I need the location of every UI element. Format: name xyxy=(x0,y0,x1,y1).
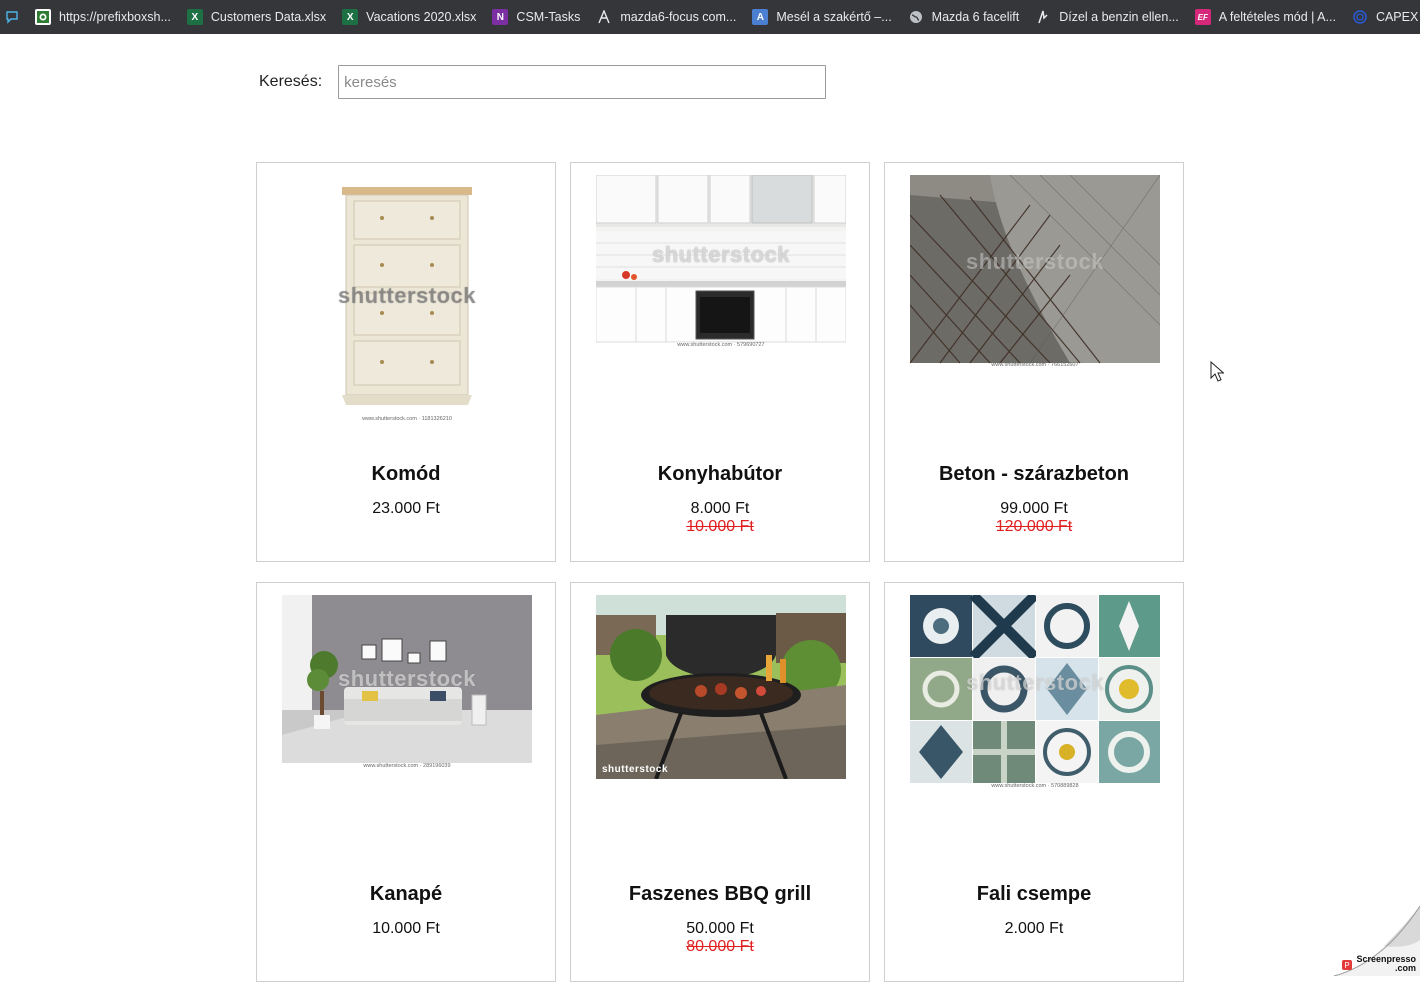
bookmark-mazda6-facelift[interactable]: Mazda 6 facelift xyxy=(900,4,1028,30)
bookmark-label: Customers Data.xlsx xyxy=(210,10,327,24)
image-caption: www.shutterstock.com · 570889828 xyxy=(991,783,1079,789)
capex-icon xyxy=(1352,9,1368,25)
screenpresso-badge: P Screenpresso .com xyxy=(1324,905,1420,977)
product-title: Kanapé xyxy=(369,883,443,905)
onenote-icon: N xyxy=(492,9,509,25)
product-image: shutterstock xyxy=(596,595,846,779)
search-input[interactable] xyxy=(338,65,827,99)
image-caption: www.shutterstock.com · 1181326210 xyxy=(362,416,452,422)
bookmark-label: CAPEX és OPEX xyxy=(1375,10,1420,24)
prefixbox-icon xyxy=(35,9,51,25)
product-card[interactable]: shutterstock www.shutterstock.com · 5708… xyxy=(884,582,1184,982)
bookmark-label: https://prefixboxsh... xyxy=(59,10,171,24)
bookmark-label: Vacations 2020.xlsx xyxy=(366,10,477,24)
globe-icon xyxy=(908,9,924,25)
bookmark-prefixbox[interactable]: https://prefixboxsh... xyxy=(27,4,179,30)
bookmark-mesel-a-szakerto[interactable]: A Mesél a szakértő –... xyxy=(744,4,899,30)
bookmark-mazda6-focus[interactable]: mazda6-focus com... xyxy=(588,4,744,30)
ef-icon: EF xyxy=(1194,9,1211,25)
feedback-icon[interactable] xyxy=(5,10,19,24)
bookmarks-bar: https://prefixboxsh... X Customers Data.… xyxy=(0,0,1420,34)
product-price: 8.000 Ft xyxy=(690,500,750,517)
article-icon: A xyxy=(752,9,769,25)
product-image: shutterstock www.shutterstock.com · 1181… xyxy=(282,175,532,427)
product-image: shutterstock www.shutterstock.com · 2891… xyxy=(282,595,532,773)
product-card[interactable]: shutterstock www.shutterstock.com · 5796… xyxy=(570,162,870,562)
product-price: 2.000 Ft xyxy=(1004,920,1064,937)
search-label: Keresés: xyxy=(259,73,323,90)
product-image: shutterstock www.shutterstock.com · 7661… xyxy=(910,175,1160,371)
watermark: shutterstock xyxy=(965,670,1105,696)
watermark: shutterstock xyxy=(337,283,477,309)
bookmark-label: Mesél a szakértő –... xyxy=(776,10,892,24)
bookmark-label: Mazda 6 facelift xyxy=(931,10,1020,24)
screenpresso-line2: .com xyxy=(1394,963,1416,973)
image-caption: www.shutterstock.com · 579690727 xyxy=(677,342,765,348)
search-bar: Keresés: xyxy=(259,65,827,99)
mazda-forum-icon xyxy=(596,9,612,25)
product-image: shutterstock www.shutterstock.com · 5796… xyxy=(596,175,846,351)
screenpresso-text: Screenpresso .com xyxy=(1356,955,1416,973)
product-price: 23.000 Ft xyxy=(372,500,440,517)
bookmark-capex-opex[interactable]: CAPEX és OPEX xyxy=(1344,4,1420,30)
bookmark-customers-data[interactable]: X Customers Data.xlsx xyxy=(179,4,334,30)
bookmark-label: mazda6-focus com... xyxy=(620,10,737,24)
product-card[interactable]: shutterstock Faszenes BBQ grill 50.000 F… xyxy=(570,582,870,982)
bookmark-felteteles-mod[interactable]: EF A feltételes mód | A... xyxy=(1187,4,1344,30)
bookmark-label: CSM-Tasks xyxy=(516,10,581,24)
excel-icon: X xyxy=(342,9,359,25)
mouse-cursor-icon xyxy=(1210,361,1224,382)
image-caption: www.shutterstock.com · 766152607 xyxy=(991,362,1079,368)
excel-icon: X xyxy=(186,9,203,25)
watermark: shutterstock xyxy=(651,241,791,267)
product-title: Fali csempe xyxy=(976,883,1092,905)
product-title: Konyhabútor xyxy=(657,463,783,485)
product-title: Komód xyxy=(371,463,441,485)
product-price: 99.000 Ft xyxy=(1000,500,1068,517)
product-card[interactable]: shutterstock www.shutterstock.com · 7661… xyxy=(884,162,1184,562)
bookmark-dizel-benzin[interactable]: Dízel a benzin ellen... xyxy=(1027,4,1187,30)
product-card[interactable]: shutterstock www.shutterstock.com · 2891… xyxy=(256,582,556,982)
product-title: Faszenes BBQ grill xyxy=(628,883,812,905)
bookmark-label: Dízel a benzin ellen... xyxy=(1059,10,1179,24)
bookmark-label: A feltételes mód | A... xyxy=(1218,10,1336,24)
product-image: shutterstock www.shutterstock.com · 5708… xyxy=(910,595,1160,793)
watermark: shutterstock xyxy=(965,249,1105,275)
product-old-price: 80.000 Ft xyxy=(686,938,754,955)
product-title: Beton - szárazbeton xyxy=(938,463,1130,485)
watermark: shutterstock xyxy=(337,666,477,692)
product-old-price: 10.000 Ft xyxy=(686,518,754,535)
svg-text:P: P xyxy=(1344,961,1349,970)
product-old-price: 120.000 Ft xyxy=(995,518,1073,535)
bookmark-csm-tasks[interactable]: N CSM-Tasks xyxy=(484,4,588,30)
image-caption: www.shutterstock.com · 289196039 xyxy=(363,763,451,769)
product-card[interactable]: shutterstock www.shutterstock.com · 1181… xyxy=(256,162,556,562)
watermark: shutterstock xyxy=(602,764,669,775)
bookmark-vacations[interactable]: X Vacations 2020.xlsx xyxy=(334,4,484,30)
news-icon xyxy=(1035,9,1051,25)
product-price: 10.000 Ft xyxy=(372,920,440,937)
product-price: 50.000 Ft xyxy=(686,920,754,937)
